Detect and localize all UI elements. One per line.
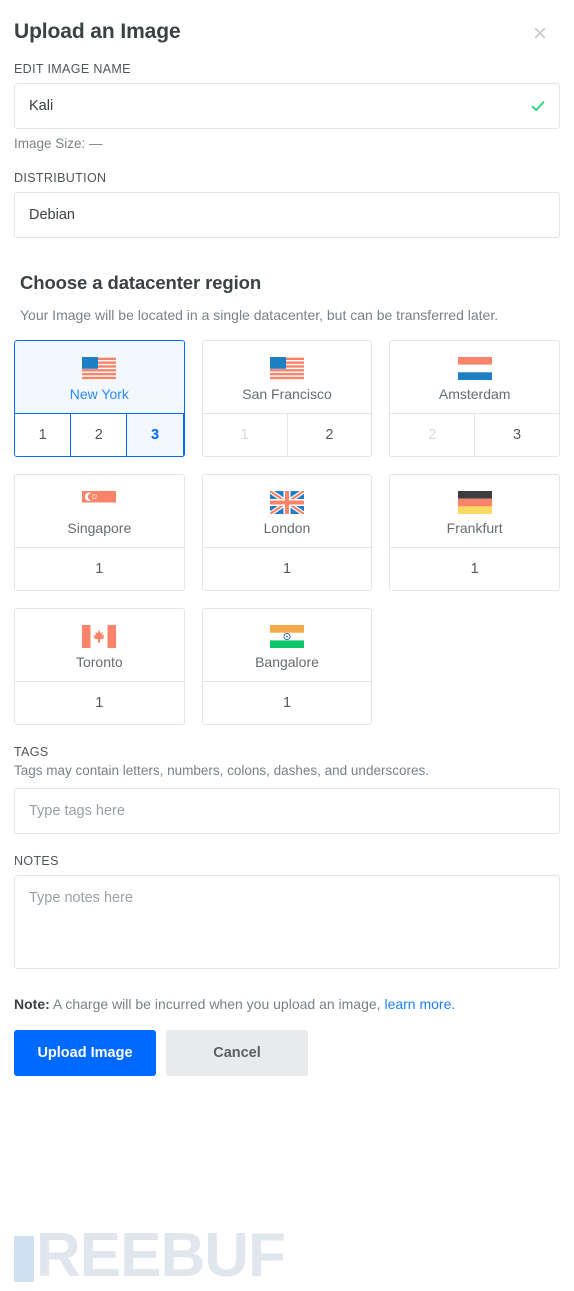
- region-card-header: Amsterdam: [390, 341, 559, 413]
- notes-label: NOTES: [14, 854, 59, 868]
- region-option-row: 1: [390, 547, 559, 590]
- image-name-input[interactable]: [14, 83, 560, 129]
- charge-note-text: A charge will be incurred when you uploa…: [52, 996, 381, 1012]
- region-option-row: 1: [15, 681, 184, 724]
- region-name-label: Amsterdam: [438, 385, 511, 402]
- image-name-input-wrap: [14, 83, 560, 129]
- flag-in-icon: [269, 624, 304, 648]
- region-option-2[interactable]: 2: [71, 414, 128, 456]
- region-card-header: Singapore: [15, 475, 184, 547]
- flag-nl-icon: [457, 356, 492, 380]
- distribution-group: DISTRIBUTION: [14, 171, 560, 238]
- region-option-1[interactable]: 1: [202, 682, 372, 724]
- region-option-3[interactable]: 3: [475, 414, 560, 456]
- region-option-1[interactable]: 1: [390, 548, 559, 590]
- region-name-label: London: [263, 519, 311, 536]
- region-card-new-york[interactable]: New York 1 2 3: [14, 340, 185, 457]
- region-name-label: New York: [69, 385, 129, 402]
- watermark-text: REEBUF: [36, 1221, 286, 1290]
- region-card-london[interactable]: London 1: [201, 474, 373, 591]
- region-section-title: Choose a datacenter region: [20, 272, 262, 293]
- learn-more-link[interactable]: learn more.: [384, 996, 455, 1012]
- region-option-row: 123: [15, 413, 184, 456]
- region-grid: New York 1 2 3 San Francisco 1 2 Amsterdam 2 3 …: [14, 340, 560, 725]
- distribution-label: DISTRIBUTION: [14, 171, 107, 185]
- flag-ca-icon: [82, 624, 117, 648]
- watermark-bar: [14, 1236, 34, 1282]
- region-card-san-francisco[interactable]: San Francisco 1 2: [201, 340, 373, 457]
- region-option-row: 12: [202, 413, 372, 456]
- region-option-row: 23: [390, 413, 560, 456]
- region-option-1: 1: [202, 414, 288, 456]
- region-name-label: Frankfurt: [446, 519, 503, 536]
- flag-gb-icon: [269, 490, 304, 514]
- region-card-singapore[interactable]: Singapore 1: [14, 474, 185, 591]
- region-card-toronto[interactable]: Toronto 1: [14, 608, 185, 725]
- action-button-row: Upload Image Cancel: [14, 1030, 560, 1076]
- close-icon[interactable]: ✕: [528, 22, 552, 46]
- region-card-header: New York: [15, 341, 184, 413]
- flag-us-icon: [82, 356, 117, 380]
- region-card-bangalore[interactable]: Bangalore 1: [201, 608, 373, 725]
- region-card-frankfurt[interactable]: Frankfurt 1: [389, 474, 560, 591]
- upload-image-modal: Upload an Image ✕ EDIT IMAGE NAME Image …: [0, 0, 574, 1076]
- upload-image-button[interactable]: Upload Image: [14, 1030, 156, 1076]
- flag-de-icon: [457, 490, 492, 514]
- image-name-label: EDIT IMAGE NAME: [14, 62, 131, 76]
- region-card-header: San Francisco: [203, 341, 372, 413]
- image-size-text: Image Size: —: [14, 136, 103, 151]
- region-name-label: Bangalore: [255, 653, 319, 670]
- charge-note: Note: A charge will be incurred when you…: [14, 996, 560, 1012]
- tags-group: TAGS Tags may contain letters, numbers, …: [14, 745, 560, 834]
- notes-textarea[interactable]: [14, 875, 560, 969]
- modal-header: Upload an Image ✕: [14, 0, 560, 62]
- check-icon: [530, 98, 546, 114]
- region-card-header: Bangalore: [203, 609, 372, 681]
- region-option-1[interactable]: 1: [202, 548, 372, 590]
- region-option-row: 1: [202, 547, 372, 590]
- region-option-3[interactable]: 3: [127, 414, 184, 456]
- region-option-1[interactable]: 1: [15, 548, 184, 590]
- region-card-header: Frankfurt: [390, 475, 559, 547]
- region-option-row: 1: [202, 681, 372, 724]
- tags-label: TAGS: [14, 745, 49, 759]
- tags-input[interactable]: [14, 788, 560, 834]
- flag-us-icon: [269, 356, 304, 380]
- charge-note-prefix: Note:: [14, 996, 50, 1012]
- region-option-2[interactable]: 2: [287, 414, 372, 456]
- notes-group: NOTES: [14, 854, 560, 974]
- region-option-row: 1: [15, 547, 184, 590]
- region-card-header: Toronto: [15, 609, 184, 681]
- region-name-label: Toronto: [75, 653, 123, 670]
- region-card-header: London: [203, 475, 372, 547]
- page-title: Upload an Image: [14, 20, 181, 43]
- cancel-button[interactable]: Cancel: [166, 1030, 308, 1076]
- flag-sg-icon: [82, 490, 117, 514]
- region-section-description: Your Image will be located in a single d…: [20, 307, 499, 323]
- region-option-1[interactable]: 1: [15, 682, 184, 724]
- region-option-1[interactable]: 1: [15, 414, 72, 456]
- freebuf-watermark: REEBUF: [14, 1220, 286, 1291]
- region-option-2: 2: [390, 414, 476, 456]
- region-name-label: Singapore: [67, 519, 132, 536]
- distribution-select[interactable]: [14, 192, 560, 238]
- region-name-label: San Francisco: [242, 385, 332, 402]
- region-card-amsterdam[interactable]: Amsterdam 2 3: [389, 340, 560, 457]
- image-name-group: EDIT IMAGE NAME Image Size: —: [14, 62, 560, 151]
- tags-helper-text: Tags may contain letters, numbers, colon…: [14, 763, 429, 778]
